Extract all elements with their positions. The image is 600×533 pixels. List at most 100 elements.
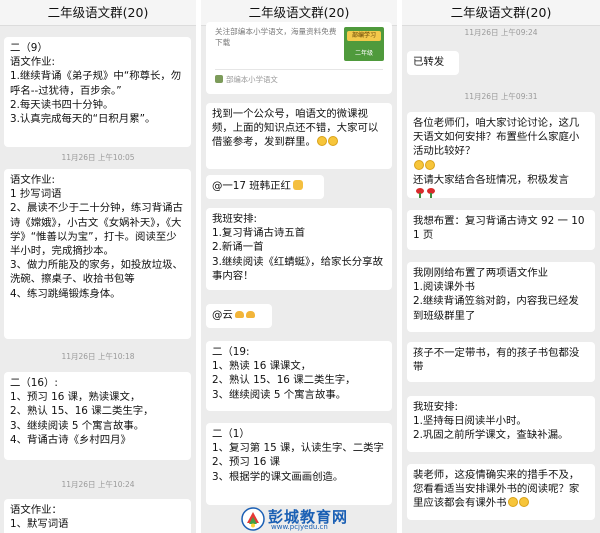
message-text	[413, 187, 589, 201]
message-bubble[interactable]: 语文作业: 1 抄写词语 2、晨读不少于二十分钟，练习背诵古诗《嫦娥》，小古文《…	[4, 169, 191, 339]
message-line: 1、复习第 15 课，认读生字、二类字	[212, 442, 384, 455]
message-line: 语文作业:	[10, 174, 56, 186]
message-line: 3、继续阅读 5 个寓言故事。	[10, 419, 145, 432]
chat-column-2: 二年级语文群(20) 关注部编本小学语文，海量资料免费下载 部编学习 二年级 部…	[201, 0, 397, 533]
rose-emoji-icon	[416, 188, 424, 199]
message-line: 1、预习 16 课，熟读课文，	[10, 391, 141, 404]
message-line: 4、练习跳绳锻炼身体。	[10, 287, 121, 300]
message-bubble[interactable]: 已转发	[407, 51, 459, 75]
thumbnail-subtitle: 二年级	[354, 50, 373, 57]
site-watermark: 彭城教育网 www.pcjyedu.cn	[241, 505, 365, 533]
chat-column-3: 二年级语文群(20) 11月26日 上午09:24 已转发 11月26日 上午0…	[402, 0, 600, 533]
rose-emoji-icon	[427, 188, 435, 199]
message-line: 我班安排:	[212, 213, 258, 225]
message-line: 2、预习 16 课	[212, 456, 281, 469]
message-bubble[interactable]: 孩子不一定带书，有的孩子书包都没带	[407, 342, 595, 382]
thumbnail-title: 部编学习	[347, 31, 381, 41]
message-line: 裴老师，这疫情确实来的措手不及，您看看适当安排课外书的阅读呢？家里应该都会有课外…	[413, 469, 580, 510]
message-bubble[interactable]: 二（1） 1、复习第 15 课，认读生字、二类字 2、预习 16 课 3、根据学…	[206, 423, 392, 505]
message-line: 二（19:	[212, 346, 250, 358]
timestamp: 11月26日 上午09:31	[464, 92, 538, 101]
smile-emoji-icon	[316, 136, 327, 147]
thumbs-up-emoji-icon	[292, 180, 303, 190]
smile-emoji-icon	[425, 159, 435, 170]
chat-title: 二年级语文群(20)	[402, 0, 600, 26]
link-card[interactable]: 关注部编本小学语文，海量资料免费下载 部编学习 二年级 部编本小学语文	[206, 22, 392, 94]
message-line: 3.继续阅读《红蜻蜓》，给家长分享故事内容！	[212, 255, 383, 282]
message-line: 1.阅读课外书	[413, 281, 475, 294]
divider	[215, 69, 383, 70]
message-line: 我想布置：复习背诵古诗文 92 一 101 页	[413, 215, 585, 242]
message-line: 1、默写词语	[10, 518, 69, 531]
message-bubble[interactable]: 我班安排: 1.复习背诵古诗五首 2.新诵一首 3.继续阅读《红蜻蜓》，给家长分…	[206, 208, 392, 290]
message-line: 1.继续背诵《弟子规》中“称尊长，勿呼名--过犹待，百步余。”	[10, 70, 182, 97]
message-text: @云	[212, 308, 266, 322]
smile-emoji-icon	[507, 497, 518, 508]
message-line: @云	[212, 309, 233, 321]
card-source-label: 部编本小学语文	[226, 75, 278, 84]
message-line: 我刚刚给布置了两项语文作业	[413, 267, 549, 279]
smile-emoji-icon	[414, 159, 424, 170]
message-line: 2、熟认 15、16 课二类生字，	[10, 405, 154, 418]
timestamp: 11月26日 上午10:24	[61, 480, 135, 489]
message-line: 1.复习背诵古诗五首	[212, 227, 306, 240]
message-line: 找到一个公众号，咱语文的微课视频，上面的知识点还不错，大家可以借鉴参考，发到群里…	[212, 108, 379, 149]
site-logo-icon	[241, 507, 265, 531]
message-line: 2、熟认 15、16 课二类生字，	[212, 374, 356, 387]
message-bubble[interactable]: 裴老师，这疫情确实来的措手不及，您看看适当安排课外书的阅读呢？家里应该都会有课外…	[407, 464, 595, 520]
message-line: 各位老师们，咱大家讨论讨论，这几天语文如何安排？布置些什么家庭小活动比较好？	[413, 117, 580, 158]
message-line: 还请大家结合各班情况，积极发言	[413, 173, 569, 186]
message-line: 已转发	[413, 56, 445, 68]
message-bubble[interactable]: 二（19: 1、熟读 16 课课文， 2、熟认 15、16 课二类生字， 3、继…	[206, 341, 392, 411]
message-line: 我班安排:	[413, 401, 459, 413]
message-line: 1 抄写词语	[10, 188, 62, 201]
message-bubble[interactable]: 二（9） 语文作业: 1.继续背诵《弟子规》中“称尊长，勿呼名--过犹待，百步余…	[4, 37, 191, 147]
message-bubble[interactable]: 找到一个公众号，咱语文的微课视频，上面的知识点还不错，大家可以借鉴参考，发到群里…	[206, 103, 392, 169]
site-url: www.pcjyedu.cn	[271, 523, 328, 531]
message-line: 2.每天读书四十分钟。	[10, 98, 114, 111]
timestamp: 11月26日 上午10:18	[61, 352, 135, 361]
message-bubble[interactable]: 各位老师们，咱大家讨论讨论，这几天语文如何安排？布置些什么家庭小活动比较好？ 还…	[407, 112, 595, 201]
message-line: @一17 班韩正红	[212, 180, 291, 192]
chat-column-1: 二年级语文群(20) 二（9） 语文作业: 1.继续背诵《弟子规》中“称尊长，勿…	[0, 0, 196, 533]
message-line: 孩子不一定带书，有的孩子书包都没带	[413, 347, 580, 374]
message-bubble[interactable]: 我班安排: 1.坚持每日阅读半小时。 2.巩固之前所学课文，查缺补漏。	[407, 396, 595, 452]
message-line: 3、继续阅读 5 个寓言故事。	[212, 388, 347, 401]
card-description: 关注部编本小学语文，海量资料免费下载	[215, 27, 337, 47]
card-source: 部编本小学语文	[215, 74, 278, 85]
message-text: 裴老师，这疫情确实来的措手不及，您看看适当安排课外书的阅读呢？家里应该都会有课外…	[413, 468, 589, 511]
message-line: 2.继续背诵笠翁对韵，内容我已经发到班级群里了	[413, 295, 579, 322]
message-bubble[interactable]: 二（16）: 1、预习 16 课，熟读课文， 2、熟认 15、16 课二类生字，…	[4, 372, 191, 460]
message-bubble[interactable]: 我刚刚给布置了两项语文作业 1.阅读课外书 2.继续背诵笠翁对韵，内容我已经发到…	[407, 262, 595, 332]
message-bubble[interactable]: @云	[206, 304, 272, 328]
folded-hands-emoji-icon	[245, 311, 255, 318]
message-line: 2、晨读不少于二十分钟，练习背诵古诗《嫦娥》，小古文《女娲补天》，《大学》“惟善…	[10, 202, 183, 258]
message-line: 2.新诵一首	[212, 241, 264, 254]
chat-title: 二年级语文群(20)	[0, 0, 196, 26]
message-text: @一17 班韩正红	[212, 179, 318, 193]
message-line: 二（9）	[10, 42, 48, 54]
mini-program-icon	[215, 75, 223, 83]
smile-emoji-icon	[327, 136, 338, 147]
message-line: 语文作业:	[10, 56, 56, 69]
folded-hands-emoji-icon	[234, 311, 244, 318]
message-line: 二（16）:	[10, 377, 58, 389]
message-line: 2.巩固之前所学课文，查缺补漏。	[413, 429, 569, 442]
timestamp: 11月26日 上午10:05	[61, 153, 135, 162]
card-thumbnail: 部编学习 二年级	[344, 27, 384, 61]
message-text	[413, 159, 589, 173]
message-text: 找到一个公众号，咱语文的微课视频，上面的知识点还不错，大家可以借鉴参考，发到群里…	[212, 107, 386, 150]
message-line: 3.认真完成每天的“日积月累”。	[10, 113, 156, 126]
smile-emoji-icon	[518, 497, 529, 508]
message-line: 3、根据学的课文画画创造。	[212, 470, 344, 483]
message-line: 1、熟读 16 课课文，	[212, 360, 312, 373]
message-bubble[interactable]: @一17 班韩正红	[206, 175, 324, 199]
message-line: 1.坚持每日阅读半小时。	[413, 415, 527, 428]
message-line: 语文作业：	[10, 504, 62, 516]
message-bubble[interactable]: 语文作业： 1、默写词语	[4, 499, 191, 533]
message-line: 4、背诵古诗《乡村四月》	[10, 433, 131, 446]
timestamp: 11月26日 上午09:24	[464, 28, 538, 37]
message-line: 3、做力所能及的家务，如投放垃圾、洗碗、擦桌子、收拾书包等	[10, 259, 183, 286]
message-bubble[interactable]: 我想布置：复习背诵古诗文 92 一 101 页	[407, 210, 595, 250]
message-line: 二（1）	[212, 428, 250, 440]
